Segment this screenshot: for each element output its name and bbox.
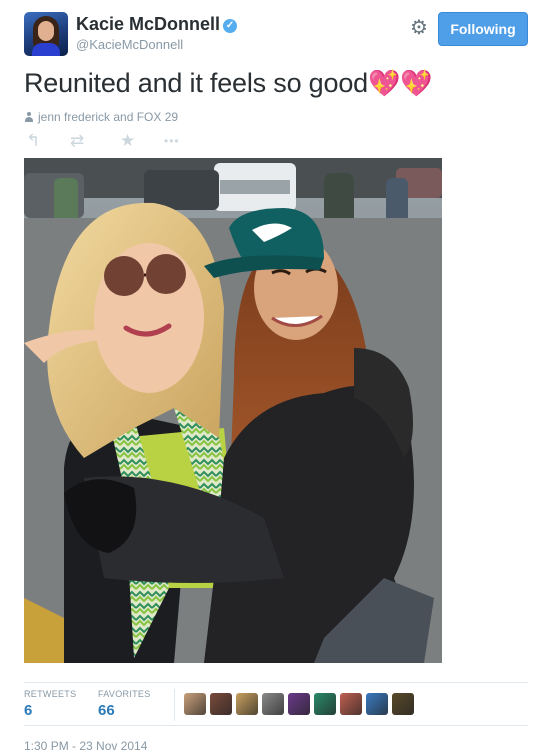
favorite-star-icon[interactable]: ★ [120,131,135,151]
favoriter-avatar[interactable] [184,693,206,715]
user-name-text[interactable]: Kacie McDonnell [76,14,220,34]
favoriter-avatar[interactable] [262,693,284,715]
more-options-icon[interactable]: ••• [164,131,180,151]
profile-avatar[interactable] [24,12,68,56]
retweets-count[interactable]: 6 [24,702,76,719]
reply-icon[interactable]: ↰ [26,131,40,151]
favorites-label: FAVORITES [98,689,151,699]
sparkling-heart-emoji: 💖 [400,68,433,98]
tweet-timestamp[interactable]: 1:30 PM - 23 Nov 2014 [24,739,147,753]
favoriter-avatar[interactable] [210,693,232,715]
retweets-stat[interactable]: RETWEETS 6 [24,689,76,719]
retweets-label: RETWEETS [24,689,77,699]
favorites-count[interactable]: 66 [98,702,151,719]
tagged-users-text[interactable]: jenn frederick and FOX 29 [38,110,178,124]
favoriter-avatar[interactable] [236,693,258,715]
following-button[interactable]: Following [438,12,528,46]
tagged-users[interactable]: jenn frederick and FOX 29 [24,110,178,124]
favoriter-avatar[interactable] [314,693,336,715]
favoriter-avatar[interactable] [392,693,414,715]
person-icon [24,112,34,122]
tweet-photo[interactable] [24,158,442,663]
user-name[interactable]: Kacie McDonnell ✓ [76,14,238,35]
favoriter-avatar[interactable] [366,693,388,715]
photo-illustration [24,158,442,663]
tweet-text-body: Reunited and it feels so good [24,68,368,98]
sparkling-heart-emoji: 💖 [367,68,401,98]
user-handle[interactable]: @KacieMcDonnell [76,37,183,52]
tweet-stats: RETWEETS 6 FAVORITES 66 [24,682,528,726]
stats-divider [174,689,175,721]
favorites-stat[interactable]: FAVORITES 66 [98,689,151,719]
retweet-icon[interactable]: ⇄ [70,131,84,151]
favoriter-avatar[interactable] [340,693,362,715]
tweet-header: Kacie McDonnell ✓ @KacieMcDonnell ⚙ Follo… [24,12,528,60]
verified-badge-icon: ✓ [223,19,238,33]
favoriter-avatar[interactable] [288,693,310,715]
gear-icon[interactable]: ⚙ [407,16,431,40]
tweet-text: Reunited and it feels so good💖💖 [24,68,433,99]
